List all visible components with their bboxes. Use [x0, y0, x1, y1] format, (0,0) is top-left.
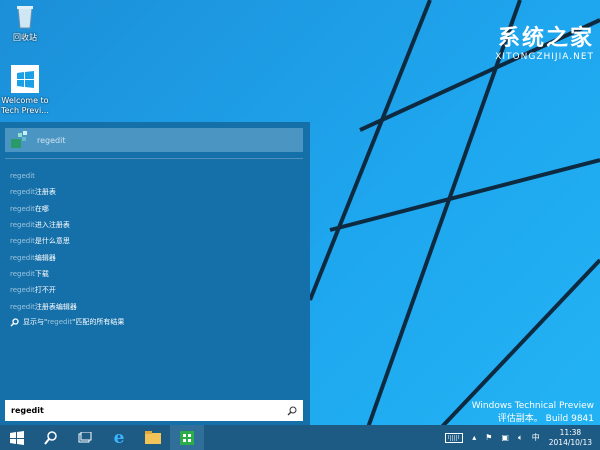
suggestion-query: regedit	[10, 188, 35, 197]
suggestion-suffix: 下载	[34, 269, 49, 278]
suggestion-suffix: 是什么意思	[34, 237, 70, 246]
recycle-bin-icon	[17, 6, 33, 29]
search-icon	[10, 317, 19, 327]
taskbar: e ▴ ⚑ ▣ 🔈︎ 中 11:38 2014/10/13	[0, 425, 600, 450]
suggestion-suffix: 在哪	[34, 204, 49, 213]
suggestion-list: regedit regedit 注册表 regedit 在哪 regedit 进入注册表 r…	[10, 168, 77, 315]
file-explorer-button[interactable]	[136, 425, 170, 450]
suggestion-query: regedit	[10, 237, 35, 246]
start-button[interactable]	[0, 425, 34, 450]
task-view-icon	[78, 431, 92, 442]
search-icon	[44, 430, 57, 445]
store-button[interactable]	[170, 425, 204, 450]
regedit-icon	[11, 131, 27, 148]
task-view-button[interactable]	[68, 425, 102, 450]
divider	[5, 158, 303, 159]
suggestion-item[interactable]: regedit 注册表编辑器	[10, 298, 77, 314]
desktop-icon-label: 回收站	[13, 33, 37, 42]
desktop-icon-welcome[interactable]: Welcome to Tech Previ...	[0, 65, 50, 116]
show-hidden-icons-chevron-icon[interactable]: ▴	[472, 433, 476, 442]
action-center-flag-icon[interactable]: ⚑	[485, 433, 492, 442]
suggestion-query: regedit	[10, 253, 35, 262]
suggestion-suffix: 注册表编辑器	[34, 302, 77, 311]
input-method-indicator[interactable]: 中	[532, 432, 540, 443]
suggestion-item[interactable]: regedit 编辑器	[10, 249, 77, 265]
folder-icon	[145, 431, 161, 444]
suggestion-item[interactable]: regedit 进入注册表	[10, 217, 77, 233]
network-icon[interactable]: ▣	[501, 433, 509, 442]
suggestion-suffix: 注册表	[34, 188, 56, 197]
search-input[interactable]	[11, 406, 287, 415]
windows-logo-icon	[10, 430, 24, 445]
internet-explorer-button[interactable]: e	[102, 425, 136, 450]
build-watermark: Windows Technical Preview 评估副本。 Build 984…	[471, 401, 594, 424]
suggestion-item[interactable]: regedit 打不开	[10, 282, 77, 298]
suggestion-query: regedit	[10, 269, 35, 278]
clock[interactable]: 11:38 2014/10/13	[549, 428, 592, 448]
query: regedit	[47, 318, 73, 327]
internet-explorer-icon: e	[113, 427, 125, 448]
suggestion-suffix: 进入注册表	[34, 221, 70, 230]
touch-keyboard-icon[interactable]	[445, 432, 464, 443]
text: "匹配的所有结果	[72, 318, 125, 327]
search-icon[interactable]	[287, 406, 297, 416]
show-all-results[interactable]: 显示与" regedit "匹配的所有结果	[10, 314, 124, 330]
search-box[interactable]	[5, 400, 303, 421]
top-result-label: regedit	[37, 135, 66, 145]
suggestion-query: regedit	[10, 286, 35, 295]
start-search-panel: regedit regedit regedit 注册表 regedit 在哪 regedi…	[0, 122, 310, 425]
watermark-logo: 系统之家 XITONGZHIJIA.NET	[495, 25, 594, 62]
suggestion-suffix: 打不开	[34, 286, 56, 295]
suggestion-item[interactable]: regedit 在哪	[10, 201, 77, 217]
search-button[interactable]	[34, 425, 68, 450]
suggestion-item[interactable]: regedit 是什么意思	[10, 233, 77, 249]
suggestion-item[interactable]: regedit 注册表	[10, 184, 77, 200]
volume-icon[interactable]: 🔈︎	[518, 433, 523, 443]
suggestion-query: regedit	[10, 204, 35, 213]
suggestion-query: regedit	[10, 302, 35, 311]
text: 显示与"	[23, 318, 48, 327]
desktop-icon-recycle-bin[interactable]: 回收站	[0, 4, 50, 43]
store-icon	[180, 430, 194, 445]
suggestion-query: regedit	[10, 221, 35, 230]
system-tray: ▴ ⚑ ▣ 🔈︎ 中 11:38 2014/10/13	[445, 425, 600, 450]
top-result-regedit[interactable]: regedit	[5, 128, 303, 152]
desktop-icon-label: Welcome to Tech Previ...	[1, 96, 49, 115]
suggestion-item[interactable]: regedit 下载	[10, 266, 77, 282]
suggestion-query: regedit	[10, 172, 35, 181]
windows-shortcut-icon	[11, 65, 39, 93]
suggestion-item[interactable]: regedit	[10, 168, 77, 184]
suggestion-suffix: 编辑器	[34, 253, 56, 262]
